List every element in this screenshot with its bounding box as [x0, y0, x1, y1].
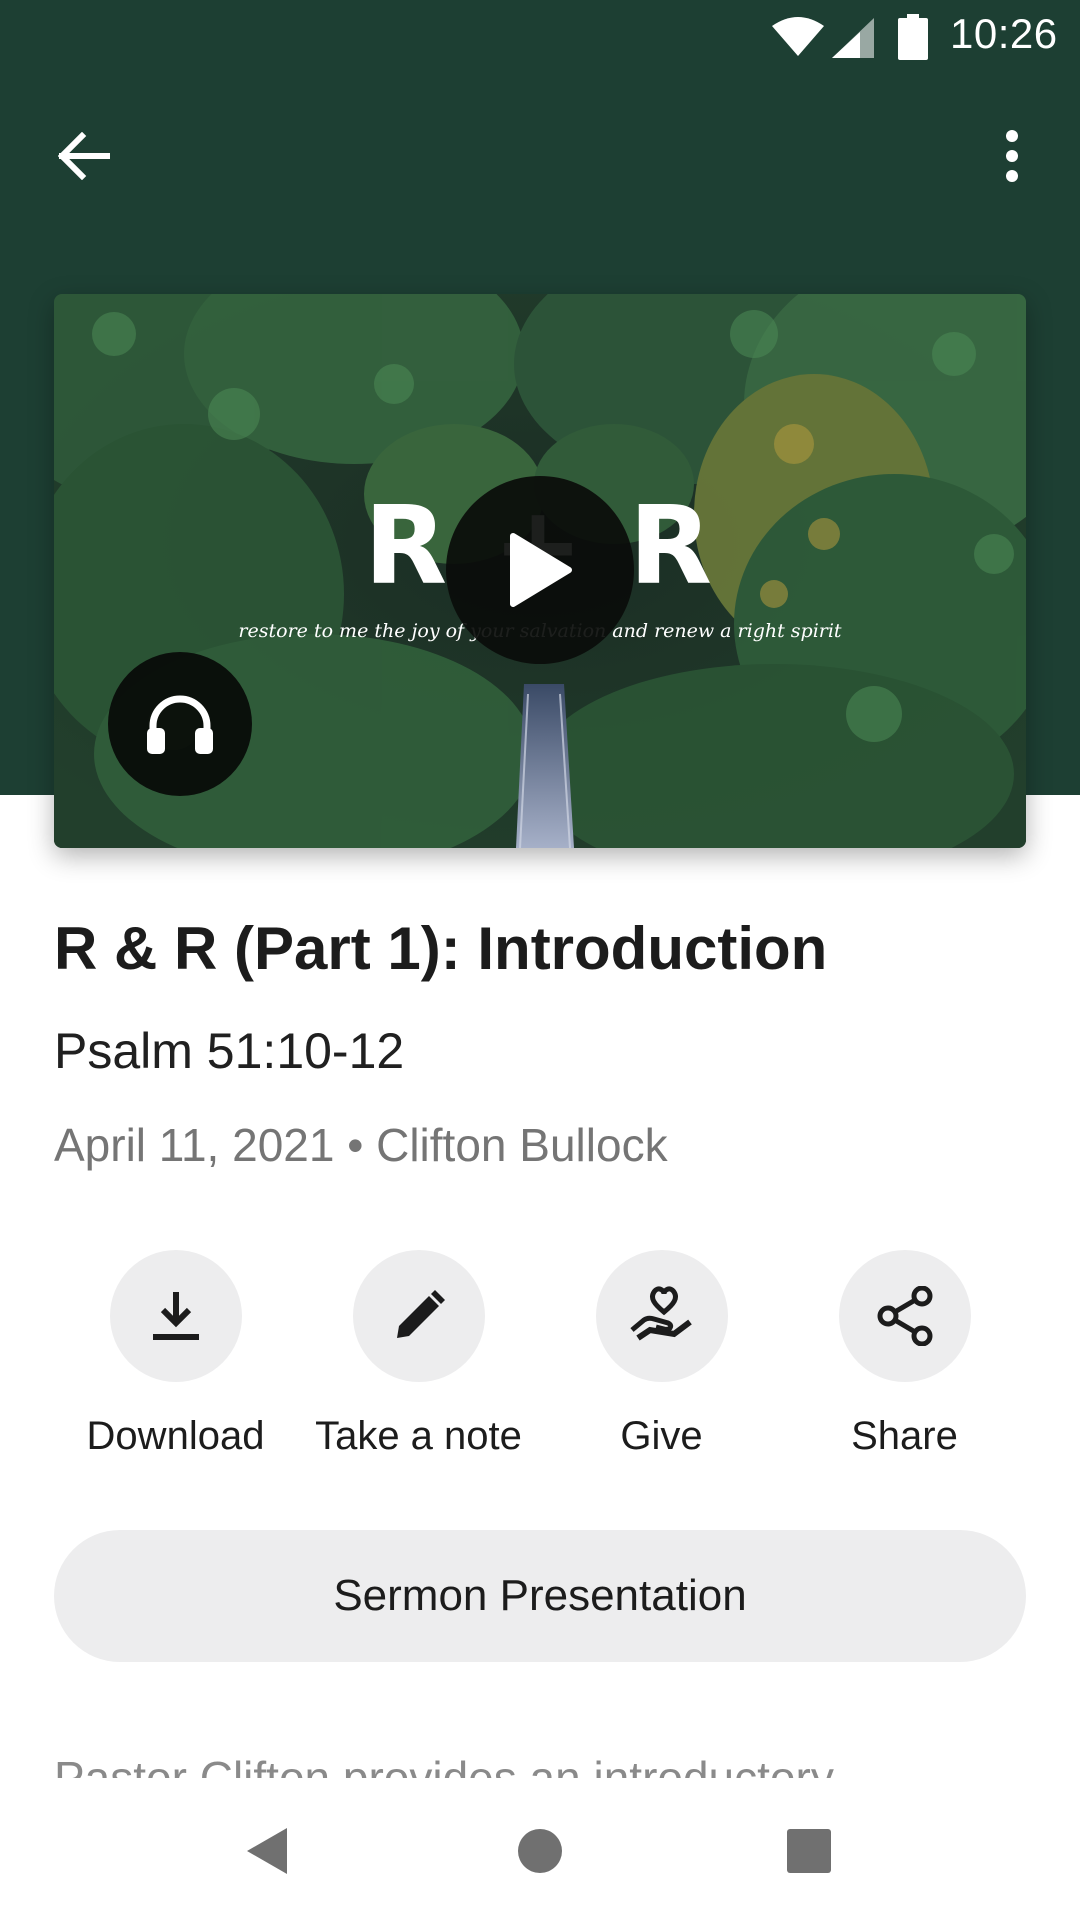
take-note-button[interactable] [353, 1250, 485, 1382]
nav-back-button[interactable] [212, 1796, 322, 1906]
play-icon [510, 533, 572, 607]
give-action[interactable]: Give [540, 1250, 783, 1480]
sermon-description: Pastor Clifton provides an introductory [54, 1750, 1026, 1778]
share-button[interactable] [839, 1250, 971, 1382]
nav-recents-icon [787, 1829, 831, 1873]
status-time: 10:26 [950, 10, 1058, 57]
download-icon [153, 1292, 199, 1340]
download-action[interactable]: Download [54, 1250, 297, 1480]
share-label: Share [851, 1414, 958, 1458]
nav-recents-button[interactable] [754, 1796, 864, 1906]
sermon-date-speaker: April 11, 2021 • Clifton Bullock [54, 1119, 668, 1171]
nav-back-icon [247, 1828, 287, 1874]
headphones-icon [147, 695, 213, 754]
give-heart-hand-icon [630, 1286, 692, 1341]
share-icon [877, 1286, 933, 1346]
cell-signal-icon [832, 18, 874, 58]
battery-icon [898, 14, 928, 60]
scripture-reference: Psalm 51:10-12 [54, 1023, 405, 1079]
back-button[interactable] [44, 116, 124, 196]
play-button[interactable] [446, 476, 634, 664]
sermon-artwork: R + R restore to me the joy of your salv… [54, 294, 1026, 848]
take-note-label: Take a note [315, 1414, 522, 1458]
action-row: Download Take a note Give Share [54, 1250, 1026, 1480]
nav-home-icon [518, 1829, 562, 1873]
overflow-menu-button[interactable] [980, 116, 1044, 196]
give-label: Give [620, 1414, 703, 1458]
share-action[interactable]: Share [783, 1250, 1026, 1480]
download-label: Download [86, 1414, 265, 1458]
take-note-action[interactable]: Take a note [297, 1250, 540, 1480]
nav-home-button[interactable] [485, 1796, 595, 1906]
pencil-icon [397, 1290, 445, 1338]
system-nav-bar [0, 1778, 1080, 1920]
sermon-presentation-button[interactable]: Sermon Presentation [54, 1530, 1026, 1662]
sermon-description-text: Pastor Clifton provides an introductory [54, 1752, 834, 1778]
wifi-icon [772, 17, 824, 56]
more-vert-icon [1006, 130, 1018, 182]
give-button[interactable] [596, 1250, 728, 1382]
sermon-title: R & R (Part 1): Introduction [54, 915, 828, 982]
status-bar: 10:26 [0, 0, 1080, 78]
download-button[interactable] [110, 1250, 242, 1382]
audio-button[interactable] [108, 652, 252, 796]
arrow-back-icon [58, 132, 110, 180]
